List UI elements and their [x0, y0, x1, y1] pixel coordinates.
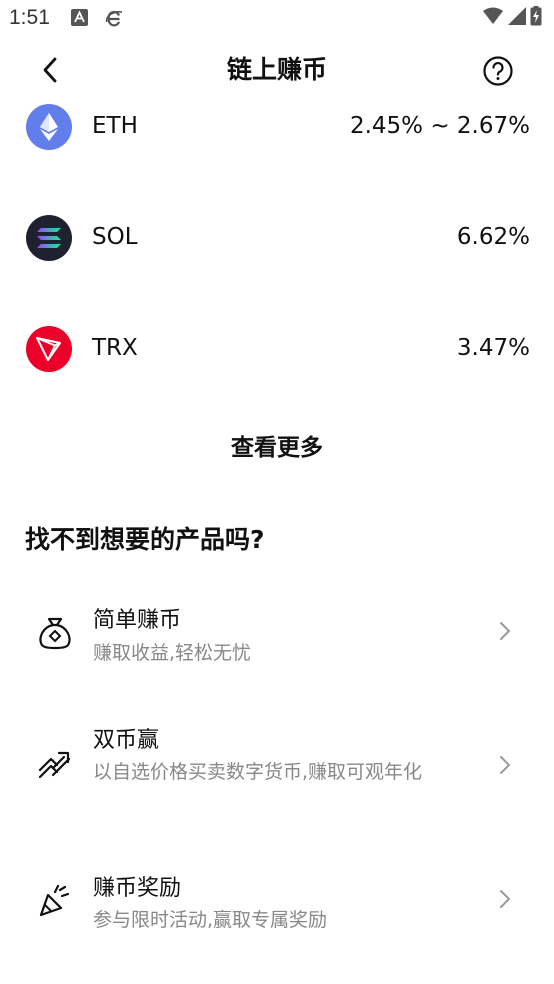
product-simple-earn[interactable]: 简单赚币 赚取收益,轻松无忧 — [0, 590, 554, 680]
product-description: 以自选价格买卖数字货币,赚取可观年化 — [93, 761, 423, 783]
coin-apy: 2.45% ~ 2.67% — [349, 113, 530, 139]
coin-row-trx[interactable]: TRX 3.47% — [0, 319, 554, 379]
product-earn-rewards[interactable]: 赚币奖励 参与限时活动,赢取专属奖励 — [0, 858, 554, 948]
chevron-right-icon — [500, 622, 510, 640]
page-title: 链上赚币 — [226, 55, 327, 84]
wifi-icon — [483, 7, 503, 24]
coin-name: ETH — [92, 113, 138, 139]
browser-e-icon — [105, 10, 123, 27]
party-popper-icon — [39, 884, 70, 917]
coin-name: TRX — [92, 335, 138, 361]
chevron-right-icon — [500, 756, 510, 774]
coin-name: SOL — [92, 224, 138, 250]
money-bag-icon — [39, 617, 71, 650]
see-more-button[interactable]: 查看更多 — [0, 428, 554, 462]
coin-row-sol[interactable]: SOL 6.62% — [0, 208, 554, 268]
product-dual-investment[interactable]: 双币赢 以自选价格买卖数字货币,赚取可观年化 — [0, 710, 554, 820]
trx-icon — [26, 326, 72, 372]
coin-row-eth[interactable]: ETH 2.45% ~ 2.67% — [0, 97, 554, 157]
status-icons — [482, 6, 542, 26]
notification-a-icon — [71, 9, 88, 26]
coin-apy: 3.47% — [456, 335, 530, 361]
product-title: 简单赚币 — [93, 608, 182, 633]
chevron-right-icon — [500, 890, 510, 908]
product-description: 参与限时活动,赢取专属奖励 — [93, 909, 328, 931]
battery-icon — [530, 6, 542, 26]
coin-apy: 6.62% — [456, 224, 530, 250]
signal-icon — [508, 7, 526, 25]
eth-icon — [26, 104, 72, 150]
section-title: 找不到想要的产品吗? — [25, 525, 265, 554]
product-title: 赚币奖励 — [93, 876, 182, 901]
product-title: 双币赢 — [93, 728, 160, 753]
help-button[interactable] — [480, 53, 516, 89]
sol-icon — [26, 215, 72, 261]
dual-currency-icon — [38, 751, 71, 779]
question-circle-icon — [483, 56, 513, 86]
status-time: 1:51 — [9, 6, 50, 29]
product-description: 赚取收益,轻松无忧 — [93, 642, 252, 664]
